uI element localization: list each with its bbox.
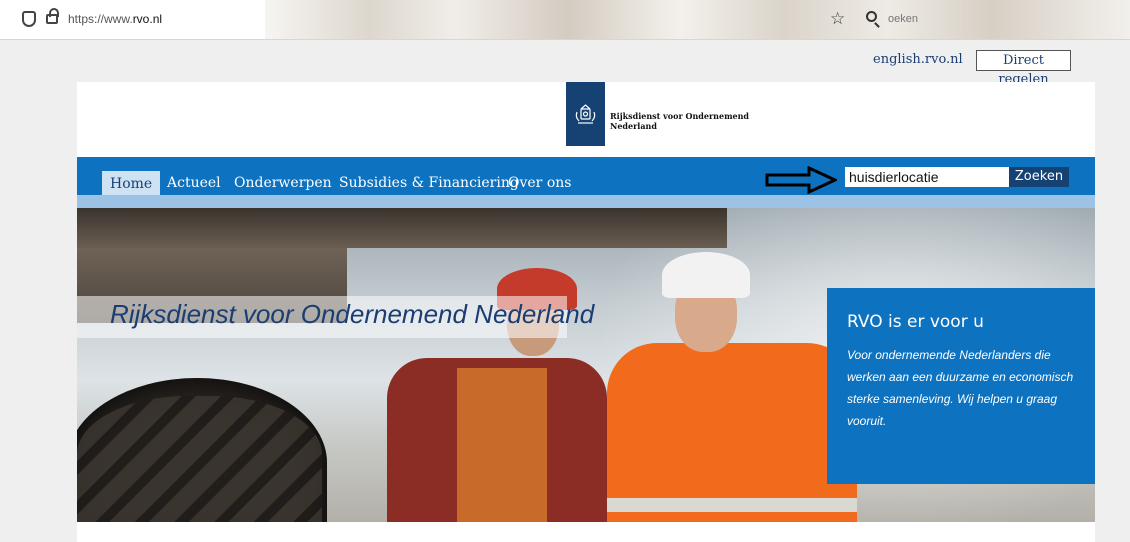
bookmark-star-icon[interactable]: ☆ — [830, 9, 845, 29]
nav-item-actueel[interactable]: Actueel — [167, 175, 221, 191]
hero-worker-right-body — [607, 343, 857, 522]
main-navigation: Home Actueel Onderwerpen Subsidies & Fin… — [77, 157, 1095, 195]
info-box-text: Voor ondernemende Nederlanders die werke… — [847, 348, 1074, 428]
hero-tire-tread — [77, 396, 322, 522]
hero-title: Rijksdienst voor Ondernemend Nederland — [110, 299, 595, 329]
hero-banner: Rijksdienst voor Ondernemend Nederland R… — [77, 208, 1095, 522]
site-header: Rijksdienst voor Ondernemend Nederland — [77, 82, 1095, 157]
nav-item-onderwerpen[interactable]: Onderwerpen — [234, 175, 332, 191]
url-domain: rvo.nl — [132, 12, 163, 26]
nav-underline-strip — [77, 195, 1095, 208]
arrow-icon — [765, 166, 837, 194]
page-container: Rijksdienst voor Ondernemend Nederland H… — [77, 82, 1095, 542]
hero-worker-right-helmet — [662, 252, 750, 298]
content-start — [77, 522, 1095, 542]
nav-item-subsidies[interactable]: Subsidies & Financiering — [339, 175, 519, 191]
crest-icon — [575, 104, 596, 124]
logo-ribbon[interactable] — [566, 82, 605, 146]
direct-regelen-button[interactable]: Direct regelen — [976, 50, 1071, 87]
lock-icon[interactable] — [46, 8, 59, 24]
info-box[interactable]: RVO is er voor u Voor ondernemende Neder… — [827, 288, 1095, 484]
browser-bar-background — [265, 0, 1130, 39]
shield-icon[interactable] — [22, 11, 36, 27]
logo-text-line1: Rijksdienst voor Ondernemend — [610, 111, 750, 121]
search-icon[interactable] — [866, 11, 877, 22]
nav-item-over-ons[interactable]: Over ons — [508, 175, 571, 191]
nav-item-home[interactable]: Home — [102, 171, 161, 195]
hero-worker-left-vest — [457, 368, 547, 522]
browser-address-bar: https://www.rvo.nl ☆ oeken — [0, 0, 1130, 40]
logo-text-line2: Nederland — [610, 121, 657, 131]
browser-search-field[interactable]: oeken — [888, 13, 918, 25]
english-site-link[interactable]: english.rvo.nl — [873, 52, 963, 67]
search-input[interactable] — [845, 167, 1009, 187]
hero-worker-right-stripe — [607, 498, 857, 512]
url-prefix: https://www. — [68, 12, 133, 26]
hero-machine-arm — [77, 208, 727, 248]
info-box-title: RVO is er voor u — [847, 312, 984, 332]
search-button[interactable]: Zoeken — [1009, 167, 1069, 187]
url-field[interactable]: https://www.rvo.nl — [68, 12, 162, 26]
